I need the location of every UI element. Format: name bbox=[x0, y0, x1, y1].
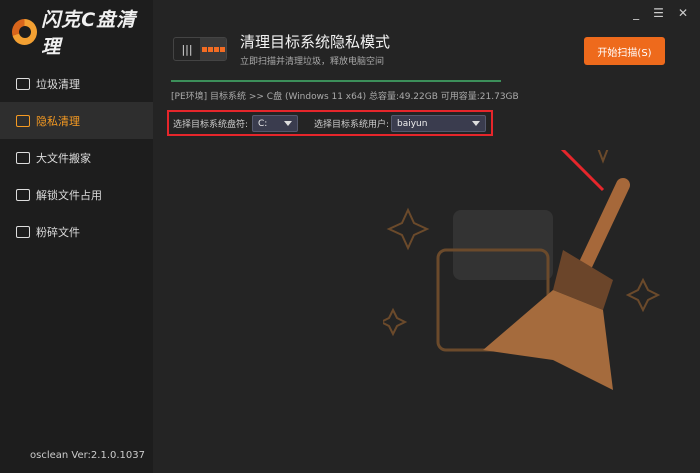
drive-select[interactable]: C: bbox=[252, 115, 298, 132]
sidebar-item-large-file-move[interactable]: 大文件搬家 bbox=[0, 139, 153, 176]
sparkle-icon bbox=[383, 307, 408, 337]
card-back-icon bbox=[453, 210, 553, 280]
minimize-button[interactable]: _ bbox=[633, 6, 639, 20]
menu-button[interactable]: ☰ bbox=[653, 6, 664, 20]
sidebar-item-label: 粉碎文件 bbox=[36, 225, 80, 239]
user-select[interactable]: baiyun bbox=[391, 115, 486, 132]
system-info-text: [PE环境] 目标系统 >> C盘 (Windows 11 x64) 总容量:4… bbox=[171, 92, 519, 102]
window-controls: _ ☰ ✕ bbox=[633, 6, 688, 20]
sidebar-item-label: 隐私清理 bbox=[36, 114, 80, 128]
legacy-mode-button[interactable]: ||| bbox=[174, 38, 200, 60]
trash-icon bbox=[16, 77, 30, 90]
chevron-down-icon bbox=[284, 121, 292, 126]
sparkle-icon bbox=[386, 207, 430, 251]
drive-select-value: C: bbox=[258, 118, 268, 129]
sidebar-nav: 垃圾清理 隐私清理 大文件搬家 解锁文件占用 粉碎文件 bbox=[0, 65, 153, 250]
sidebar-item-privacy-clean[interactable]: 隐私清理 bbox=[0, 102, 153, 139]
sidebar-item-junk-clean[interactable]: 垃圾清理 bbox=[0, 65, 153, 102]
sparkle-icon bbox=[625, 277, 661, 313]
sidebar-item-shred-file[interactable]: 粉碎文件 bbox=[0, 213, 153, 250]
drive-select-label: 选择目标系统盘符: bbox=[173, 120, 249, 130]
sidebar-item-label: 垃圾清理 bbox=[36, 77, 80, 91]
broom-handle bbox=[576, 178, 630, 277]
windows-mode-button[interactable] bbox=[200, 38, 226, 60]
user-select-label: 选择目标系统用户: bbox=[314, 120, 390, 130]
logo-icon bbox=[12, 19, 38, 45]
close-button[interactable]: ✕ bbox=[678, 6, 688, 20]
red-arrow-line bbox=[560, 150, 605, 192]
version-text: osclean Ver:2.1.0.1037 bbox=[30, 450, 145, 461]
file-unlock-icon bbox=[16, 188, 30, 201]
progress-divider bbox=[171, 80, 501, 82]
mode-toggle: ||| bbox=[173, 37, 227, 61]
sparkle-icon bbox=[597, 150, 609, 164]
sidebar: 闪克C盘清理 垃圾清理 隐私清理 大文件搬家 解锁文件占用 粉碎文件 oscle… bbox=[0, 0, 153, 473]
main-panel: _ ☰ ✕ ||| 清理目标系统隐私模式 立即扫描并清理垃圾，释放电脑空间 开始… bbox=[153, 0, 700, 473]
logo-text: 闪克C盘清理 bbox=[41, 9, 137, 58]
shred-icon bbox=[16, 225, 30, 238]
monitor-icon bbox=[16, 114, 30, 127]
file-move-icon bbox=[16, 151, 30, 164]
sidebar-item-label: 解锁文件占用 bbox=[36, 188, 102, 202]
broom-illustration bbox=[383, 150, 661, 390]
sidebar-item-label: 大文件搬家 bbox=[36, 151, 91, 165]
page-title: 清理目标系统隐私模式 bbox=[240, 33, 391, 51]
windows-icon bbox=[200, 46, 226, 52]
sidebar-item-unlock-file[interactable]: 解锁文件占用 bbox=[0, 176, 153, 213]
start-scan-button[interactable]: 开始扫描(S) bbox=[584, 37, 665, 65]
user-select-value: baiyun bbox=[397, 118, 428, 129]
page-subtitle: 立即扫描并清理垃圾，释放电脑空间 bbox=[240, 57, 385, 67]
app-logo: 闪克C盘清理 bbox=[12, 9, 153, 58]
chevron-down-icon bbox=[472, 121, 480, 126]
